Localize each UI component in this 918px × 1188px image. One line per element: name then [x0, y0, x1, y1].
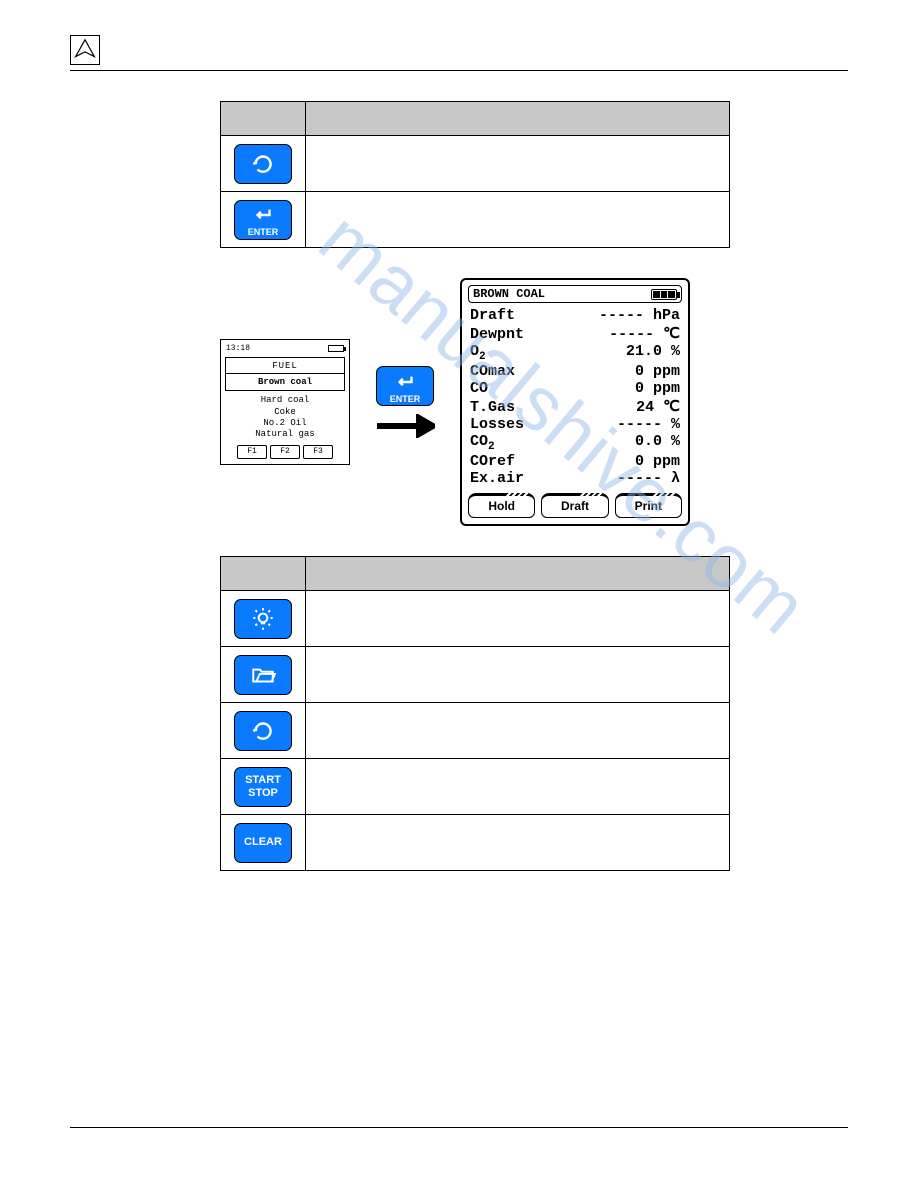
footer-rule — [70, 1127, 848, 1128]
measure-row: T.Gas 24 ℃ — [468, 397, 682, 416]
clear-key[interactable]: CLEAR — [234, 823, 292, 863]
brand-logo — [70, 35, 100, 65]
measurement-title: BROWN COAL — [473, 287, 545, 301]
page-header — [70, 35, 848, 71]
f3-key[interactable]: F3 — [303, 445, 333, 459]
measure-row: COmax 0 ppm — [468, 363, 682, 380]
screens-row: 13:18 FUEL Brown coal Hard coal Coke No.… — [220, 278, 848, 526]
softkey-draft[interactable]: Draft — [541, 493, 608, 518]
measure-row: COref 0 ppm — [468, 453, 682, 470]
folder-key[interactable] — [234, 655, 292, 695]
measure-row: Ex.air----- λ — [468, 470, 682, 487]
enter-key[interactable]: ENTER — [234, 200, 292, 240]
fuel-list: Hard coal Coke No.2 Oil Natural gas — [224, 395, 346, 440]
start-stop-key[interactable]: START STOP — [234, 767, 292, 807]
fuel-header: FUEL — [225, 357, 345, 374]
fuel-selected: Brown coal — [225, 374, 345, 392]
measurement-screen: BROWN COAL Draft----- hPaDewpnt----- ℃O2… — [460, 278, 690, 526]
measure-row: Losses----- % — [468, 416, 682, 433]
measure-row: CO 0 ppm — [468, 380, 682, 397]
key-table-2: START STOP CLEAR — [220, 556, 730, 871]
enter-key-center[interactable]: ENTER — [376, 366, 434, 406]
arrow-right-icon — [375, 414, 435, 438]
time-label: 13:18 — [226, 344, 250, 354]
transition-arrow-block: ENTER — [375, 366, 435, 438]
light-key[interactable] — [234, 599, 292, 639]
key-table-1: ENTER — [220, 101, 730, 248]
f2-key[interactable]: F2 — [270, 445, 300, 459]
cycle-key-2[interactable] — [234, 711, 292, 751]
measure-row: Dewpnt----- ℃ — [468, 324, 682, 343]
fuel-selection-screen: 13:18 FUEL Brown coal Hard coal Coke No.… — [220, 339, 350, 465]
measure-row: Draft----- hPa — [468, 307, 682, 324]
cycle-key[interactable] — [234, 144, 292, 184]
softkey-print[interactable]: Print — [615, 493, 682, 518]
measure-row: CO2 0.0 % — [468, 433, 682, 453]
softkey-hold[interactable]: Hold — [468, 493, 535, 518]
f1-key[interactable]: F1 — [237, 445, 267, 459]
battery-icon — [651, 289, 677, 300]
measure-row: O2 21.0 % — [468, 343, 682, 363]
battery-icon-small — [328, 345, 344, 352]
